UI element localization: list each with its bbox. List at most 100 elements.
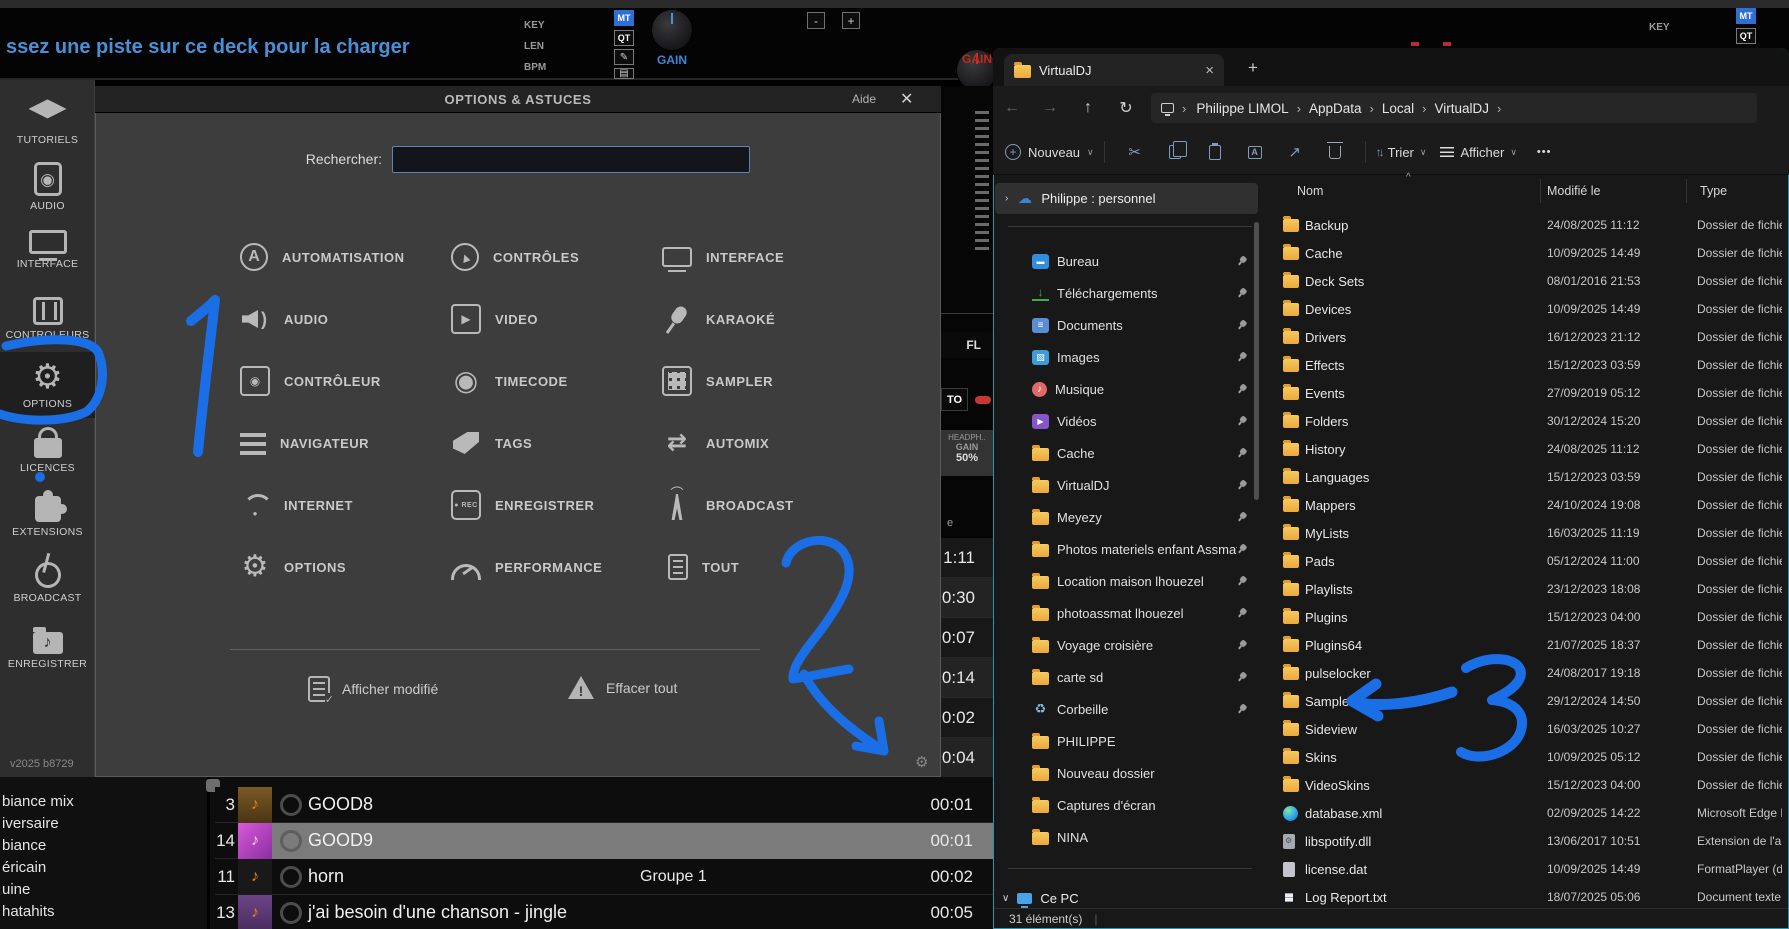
vdj-sidebar-item[interactable]: CONTROLEURS bbox=[0, 286, 95, 352]
file-row[interactable]: Playlists 23/12/2023 18:08 Dossier de fi… bbox=[1266, 575, 1782, 603]
options-grid-item[interactable]: TAGS bbox=[451, 412, 662, 474]
breadcrumb-item[interactable]: Local bbox=[1376, 99, 1420, 118]
vdj-sidebar-item[interactable]: ENREGISTRER bbox=[0, 616, 95, 682]
options-grid-item[interactable]: OPTIONS bbox=[240, 536, 451, 598]
file-row[interactable]: Samples 29/12/2024 14:50 Dossier de fich… bbox=[1266, 687, 1782, 715]
options-grid-item[interactable]: INTERFACE bbox=[662, 226, 873, 288]
back-icon[interactable]: ← bbox=[993, 99, 1031, 117]
help-link[interactable]: Aide bbox=[852, 92, 876, 106]
search-input[interactable] bbox=[392, 146, 750, 173]
file-row[interactable]: Plugins64 21/07/2025 18:37 Dossier de fi… bbox=[1266, 631, 1782, 659]
view-button[interactable]: Afficher ∨ bbox=[1440, 145, 1516, 160]
close-icon[interactable]: ✕ bbox=[900, 89, 913, 109]
file-row[interactable]: libspotify.dll 13/06/2017 10:51 Extensio… bbox=[1266, 827, 1782, 855]
rename-icon[interactable]: A bbox=[1235, 137, 1275, 167]
share-icon[interactable]: ↗ bbox=[1275, 137, 1315, 167]
file-row[interactable]: Backup 24/08/2025 11:12 Dossier de fichi… bbox=[1266, 211, 1782, 239]
file-row[interactable]: History 24/08/2025 11:12 Dossier de fich… bbox=[1266, 435, 1782, 463]
breadcrumb-item[interactable]: AppData bbox=[1303, 99, 1368, 118]
track-row[interactable]: 14 ♪ GOOD9 00:01 bbox=[215, 823, 993, 859]
delete-icon[interactable] bbox=[1315, 137, 1355, 167]
sidebar-item[interactable]: Bureau bbox=[994, 245, 1260, 277]
advanced-gear-icon[interactable]: ⚙ bbox=[915, 753, 928, 771]
breadcrumb-item[interactable]: VirtualDJ bbox=[1429, 99, 1496, 118]
paste-icon[interactable] bbox=[1195, 137, 1235, 167]
file-row[interactable]: Pads 05/12/2024 11:00 Dossier de fichier… bbox=[1266, 547, 1782, 575]
options-grid-item[interactable]: AUDIO bbox=[240, 288, 451, 350]
vdj-sidebar-item[interactable]: AUDIO bbox=[0, 154, 95, 220]
track-row[interactable]: 3 ♪ GOOD8 00:01 bbox=[215, 787, 993, 823]
file-row[interactable]: Languages 15/12/2023 03:59 Dossier de fi… bbox=[1266, 463, 1782, 491]
file-row[interactable]: pulselocker 24/08/2017 19:18 Dossier de … bbox=[1266, 659, 1782, 687]
sidebar-item[interactable]: Photos materiels enfant Assmat nii bbox=[994, 533, 1260, 565]
vdj-sidebar-item[interactable]: BROADCAST bbox=[0, 550, 95, 616]
vdj-sidebar-item[interactable]: EXTENSIONS bbox=[0, 484, 95, 550]
mt-button-right[interactable]: MT bbox=[1736, 8, 1756, 24]
options-grid-item[interactable]: INTERNET bbox=[240, 474, 451, 536]
breadcrumb-item[interactable]: Philippe LIMOL bbox=[1190, 99, 1294, 118]
grid-tool-button[interactable]: ▤ bbox=[614, 68, 634, 79]
file-row[interactable]: Events 27/09/2019 05:12 Dossier de fichi… bbox=[1266, 379, 1782, 407]
zoom-plus-button[interactable]: + bbox=[842, 12, 860, 29]
file-row[interactable]: database.xml 02/09/2025 14:22 Microsoft … bbox=[1266, 799, 1782, 827]
file-row[interactable]: Folders 30/12/2024 15:20 Dossier de fich… bbox=[1266, 407, 1782, 435]
playlist-folder-item[interactable]: biance bbox=[0, 834, 207, 856]
column-type[interactable]: Type bbox=[1700, 184, 1727, 198]
sidebar-item[interactable]: NINA bbox=[994, 821, 1260, 853]
sidebar-item[interactable]: Images bbox=[994, 341, 1260, 373]
new-button[interactable]: + Nouveau ∨ bbox=[1005, 144, 1094, 160]
file-row[interactable]: Effects 15/12/2023 03:59 Dossier de fich… bbox=[1266, 351, 1782, 379]
pen-tool-button[interactable]: ✎ bbox=[614, 49, 634, 65]
sidebar-item[interactable]: Location maison lhouezel bbox=[994, 565, 1260, 597]
vdj-sidebar-item[interactable]: INTERFACE bbox=[0, 220, 95, 286]
sidebar-item[interactable]: VirtualDJ bbox=[994, 469, 1260, 501]
show-modified-button[interactable]: Afficher modifié bbox=[308, 676, 438, 702]
file-row[interactable]: Mappers 24/10/2024 19:08 Dossier de fich… bbox=[1266, 491, 1782, 519]
mt-button[interactable]: MT bbox=[614, 10, 634, 26]
sidebar-item[interactable]: Vidéos bbox=[994, 405, 1260, 437]
onedrive-item[interactable]: › Philippe : personnel bbox=[995, 183, 1258, 214]
file-row[interactable]: MyLists 16/03/2025 11:19 Dossier de fich… bbox=[1266, 519, 1782, 547]
red-slider-fragment[interactable] bbox=[975, 396, 991, 404]
options-grid-item[interactable]: ENREGISTRER bbox=[451, 474, 662, 536]
copy-icon[interactable] bbox=[1155, 137, 1195, 167]
file-row[interactable]: Drivers 16/12/2023 21:12 Dossier de fich… bbox=[1266, 323, 1782, 351]
forward-icon[interactable]: → bbox=[1031, 99, 1069, 117]
cut-icon[interactable]: ✂ bbox=[1115, 137, 1155, 167]
clear-all-button[interactable]: Effacer tout bbox=[568, 676, 677, 699]
options-grid-item[interactable]: VIDEO bbox=[451, 288, 662, 350]
vdj-sidebar-item[interactable]: LICENCES bbox=[0, 418, 95, 484]
options-grid-item[interactable]: CONTRÔLES bbox=[451, 226, 662, 288]
options-grid-item[interactable]: AUTOMATISATION bbox=[240, 226, 451, 288]
file-row[interactable]: Skins 10/09/2025 05:12 Dossier de fichie… bbox=[1266, 743, 1782, 771]
options-grid-item[interactable]: KARAOKÉ bbox=[662, 288, 873, 350]
sidebar-item[interactable]: Captures d'écran bbox=[994, 789, 1260, 821]
column-divider[interactable] bbox=[1686, 179, 1687, 203]
options-grid-item[interactable]: CONTRÔLEUR bbox=[240, 350, 451, 412]
sort-button[interactable]: ↑↓ Trier ∨ bbox=[1376, 145, 1427, 160]
sidebar-item[interactable]: Voyage croisière bbox=[994, 629, 1260, 661]
sidebar-item[interactable]: Musique bbox=[994, 373, 1260, 405]
tab-close-icon[interactable]: × bbox=[1205, 62, 1214, 79]
gain-knob-left[interactable] bbox=[651, 9, 693, 51]
sidebar-item[interactable]: Corbeille bbox=[994, 693, 1260, 725]
options-grid-item[interactable]: SAMPLER bbox=[662, 350, 873, 412]
breadcrumb[interactable]: › Philippe LIMOL › AppData › Local bbox=[1151, 93, 1757, 123]
file-row[interactable]: Cache 10/09/2025 14:49 Dossier de fichie… bbox=[1266, 239, 1782, 267]
qt-button[interactable]: QT bbox=[614, 30, 634, 46]
refresh-icon[interactable]: ↻ bbox=[1107, 98, 1145, 118]
options-grid-item[interactable]: NAVIGATEUR bbox=[240, 412, 451, 474]
vdj-sidebar-item[interactable]: TUTORIELS bbox=[0, 88, 95, 154]
explorer-tab[interactable]: VirtualDJ × bbox=[1004, 54, 1224, 86]
auto-button-fragment[interactable]: TO bbox=[941, 388, 968, 411]
file-row[interactable]: Plugins 15/12/2023 04:00 Dossier de fich… bbox=[1266, 603, 1782, 631]
column-modified[interactable]: Modifié le bbox=[1547, 184, 1601, 198]
playlist-folder-item[interactable]: biance mix bbox=[0, 790, 207, 812]
pitch-fader[interactable] bbox=[975, 110, 989, 250]
sidebar-item[interactable]: Téléchargements bbox=[994, 277, 1260, 309]
sidebar-item[interactable]: Documents bbox=[994, 309, 1260, 341]
column-divider[interactable] bbox=[1540, 179, 1541, 203]
column-name[interactable]: Nom bbox=[1297, 184, 1323, 198]
up-icon[interactable]: ↑ bbox=[1069, 99, 1107, 117]
sidebar-item[interactable]: Nouveau dossier bbox=[994, 757, 1260, 789]
